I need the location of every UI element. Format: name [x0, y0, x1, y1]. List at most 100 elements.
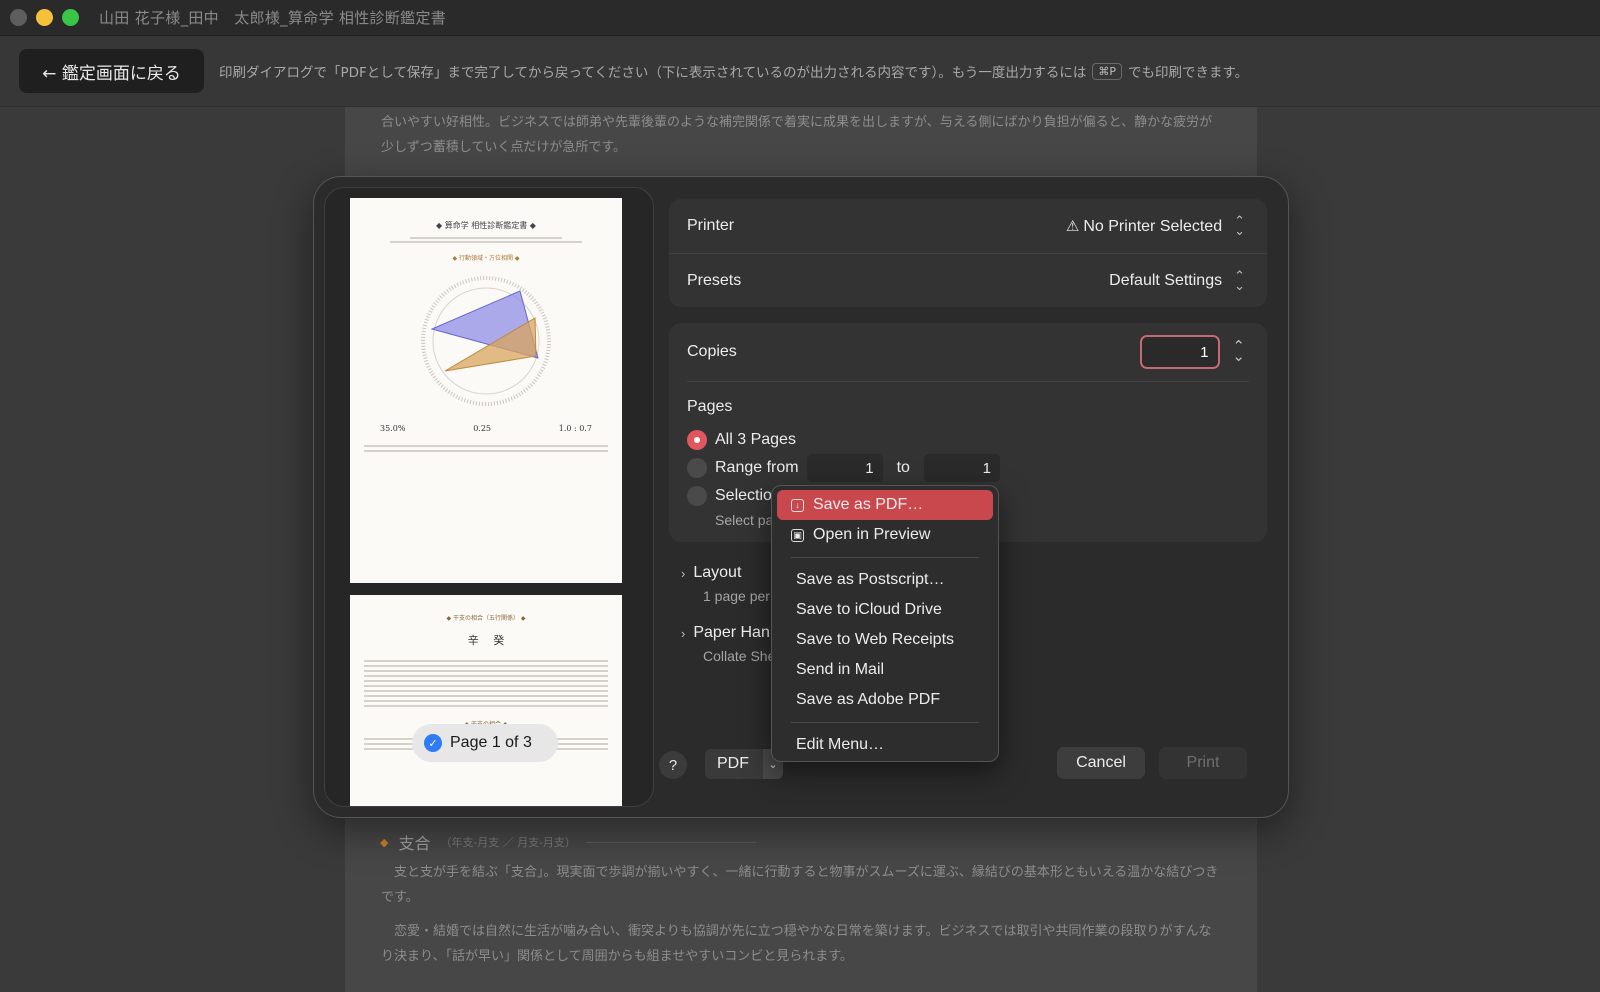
chevron-updown-icon: ⌃ ⌄ — [1234, 267, 1245, 293]
preview-radar-chart — [421, 276, 551, 406]
copies-row: Copies 1 ⌃ ⌄ — [669, 323, 1267, 381]
printer-row[interactable]: Printer ⚠ No Printer Selected ⌃ ⌄ — [669, 199, 1267, 253]
copies-input[interactable]: 1 — [1140, 335, 1221, 369]
menu-item-label: Open in Preview — [813, 526, 931, 543]
preview-text-line — [364, 680, 608, 682]
printer-value-wrap: ⚠ No Printer Selected — [1066, 217, 1222, 236]
page-indicator-badge[interactable]: ✓ Page 1 of 3 — [412, 724, 558, 762]
copies-stepper[interactable]: ⌃ ⌄ — [1232, 339, 1245, 364]
pages-label: Pages — [687, 398, 733, 415]
instruction-before: 印刷ダイアログで「PDFとして保存」まで完了してから戻ってください（下に表示され… — [219, 65, 1087, 81]
menu-item-save-to-icloud[interactable]: Save to iCloud Drive — [777, 595, 993, 625]
menu-separator — [791, 557, 979, 558]
preview-page2-chars: 辛 癸 — [350, 632, 622, 648]
menu-item-save-to-web-receipts[interactable]: Save to Web Receipts — [777, 625, 993, 655]
all-pages-radio[interactable] — [687, 430, 707, 450]
zoom-window-button[interactable] — [62, 9, 79, 26]
printer-select[interactable]: ⚠ No Printer Selected ⌃ ⌄ — [1066, 213, 1245, 238]
document-paragraph-1: 支と支が手を結ぶ「支合」。現実面で歩調が揃いやすく、一緒に行動すると物事がスムー… — [381, 865, 1219, 905]
preview-icon: ▣ — [791, 528, 804, 542]
printer-value: No Printer Selected — [1083, 217, 1223, 235]
menu-item-open-in-preview[interactable]: ▣ Open in Preview — [777, 520, 993, 550]
preview-text-line — [364, 685, 608, 687]
preview-char-2: 癸 — [493, 634, 505, 647]
pdf-dropdown-menu: ↓ Save as PDF… ▣ Open in Preview Save as… — [771, 485, 999, 762]
printer-presets-card: Printer ⚠ No Printer Selected ⌃ ⌄ Presets … — [669, 199, 1267, 307]
menu-item-send-in-mail[interactable]: Send in Mail — [777, 655, 993, 685]
document-body: 支と支が手を結ぶ「支合」。現実面で歩調が揃いやすく、一緒に行動すると物事がスムー… — [345, 860, 1257, 978]
preview-text-line — [364, 705, 608, 707]
print-button[interactable]: Print — [1159, 747, 1247, 779]
back-to-reading-button[interactable]: ← 鑑定画面に戻る — [19, 49, 204, 93]
preview-text-line — [364, 450, 608, 452]
window-title: 山田 花子様_田中 太郎様_算命学 相性診断鑑定書 — [99, 9, 447, 27]
range-from-input[interactable]: 1 — [806, 454, 883, 482]
copies-control: 1 ⌃ ⌄ — [1140, 335, 1245, 369]
range-option[interactable]: Range from 1 to 1 — [669, 454, 1267, 482]
preview-stat-1: 35.0% — [380, 424, 406, 433]
copies-label: Copies — [687, 343, 737, 360]
section-subtitle: （年支-月支 ／ 月支-月支） — [440, 836, 576, 849]
preview-stat-2: 0.25 — [473, 424, 491, 433]
section-divider — [585, 841, 756, 843]
selection-label: Selectio — [715, 487, 772, 504]
range-label: Range from — [715, 459, 799, 476]
range-to-input[interactable]: 1 — [923, 454, 1000, 482]
preview-page-1[interactable]: ◆ 算命学 相性診断鑑定書 ◆ ◆ 行動領域・方位相関 ◆ 35.0% 0.25… — [350, 198, 622, 583]
selection-radio[interactable] — [687, 486, 707, 506]
shortcut-key: ⌘P — [1092, 62, 1122, 80]
preview-meta-line — [390, 241, 582, 243]
menu-item-edit-menu[interactable]: Edit Menu… — [777, 730, 993, 760]
pdf-label: PDF — [717, 755, 749, 772]
section-title: 支合 — [398, 834, 431, 853]
menu-item-save-as-adobe-pdf[interactable]: Save as Adobe PDF — [777, 685, 993, 715]
warning-icon: ⚠ — [1065, 217, 1080, 235]
presets-label: Presets — [687, 271, 742, 289]
paper-handling-label: Paper Han — [693, 624, 770, 641]
range-radio[interactable] — [687, 458, 707, 478]
presets-value: Default Settings — [1109, 271, 1223, 289]
preview-page2-section: ◆ 干支の相合（五行関係） ◆ — [446, 615, 526, 622]
preview-stat-3: 1.0 : 0.7 — [558, 424, 592, 433]
help-button[interactable]: ? — [659, 751, 687, 779]
app-toolbar: ← 鑑定画面に戻る 印刷ダイアログで「PDFとして保存」まで完了してから戻ってく… — [0, 36, 1600, 107]
preview-text-line — [364, 675, 608, 677]
menu-item-label: Save as PDF… — [813, 496, 924, 513]
preview-page-2[interactable]: ◆ 干支の相合（五行関係） ◆ 辛 癸 ◆ 干支の相合 ◆ — [350, 595, 622, 806]
instruction-text: 印刷ダイアログで「PDFとして保存」まで完了してから戻ってください（下に表示され… — [219, 61, 1248, 81]
preview-page-title: ◆ 算命学 相性診断鑑定書 ◆ — [436, 221, 536, 230]
range-to-label: to — [896, 459, 910, 476]
preview-subtitle-line — [410, 237, 562, 239]
presets-select[interactable]: Default Settings ⌃ ⌄ — [1109, 267, 1245, 293]
menu-separator — [791, 722, 979, 723]
all-pages-option[interactable]: All 3 Pages — [669, 426, 1267, 454]
preview-text-line — [364, 665, 608, 667]
minimize-window-button[interactable] — [36, 9, 53, 26]
preview-text-line — [364, 670, 608, 672]
menu-item-save-as-postscript[interactable]: Save as Postscript… — [777, 565, 993, 595]
document-paragraph-2: 恋愛・結婚では自然に生活が噛み合い、衝突よりも協調が先に立つ穏やかな日常を築けま… — [381, 924, 1212, 964]
layout-label: Layout — [693, 564, 742, 581]
chevron-right-icon: › — [681, 625, 686, 641]
cancel-button[interactable]: Cancel — [1057, 747, 1145, 779]
preview-section-label: ◆ 行動領域・方位相関 ◆ — [452, 255, 520, 262]
presets-row[interactable]: Presets Default Settings ⌃ ⌄ — [669, 253, 1267, 307]
diamond-icon: ◆ — [380, 835, 389, 849]
window-controls — [10, 9, 79, 26]
close-window-button[interactable] — [10, 9, 27, 26]
page-indicator-label: Page 1 of 3 — [450, 734, 532, 751]
chevron-updown-icon: ⌃ ⌄ — [1234, 213, 1245, 238]
section-heading: ◆ 支合 （年支-月支 ／ 月支-月支） — [380, 830, 756, 854]
preview-text-line — [364, 445, 608, 447]
preview-text-line — [364, 690, 608, 692]
all-pages-label: All 3 Pages — [715, 431, 796, 448]
download-icon: ↓ — [791, 498, 804, 512]
preview-stat-row: 35.0% 0.25 1.0 : 0.7 — [380, 424, 592, 433]
chevron-right-icon: › — [681, 565, 686, 581]
preview-text-line — [364, 695, 608, 697]
preview-text-line — [364, 700, 608, 702]
menu-item-save-as-pdf[interactable]: ↓ Save as PDF… — [777, 490, 993, 520]
print-preview-pane[interactable]: ◆ 算命学 相性診断鑑定書 ◆ ◆ 行動領域・方位相関 ◆ 35.0% 0.25… — [324, 187, 654, 807]
checkmark-icon: ✓ — [424, 734, 442, 752]
printer-label: Printer — [687, 217, 735, 234]
